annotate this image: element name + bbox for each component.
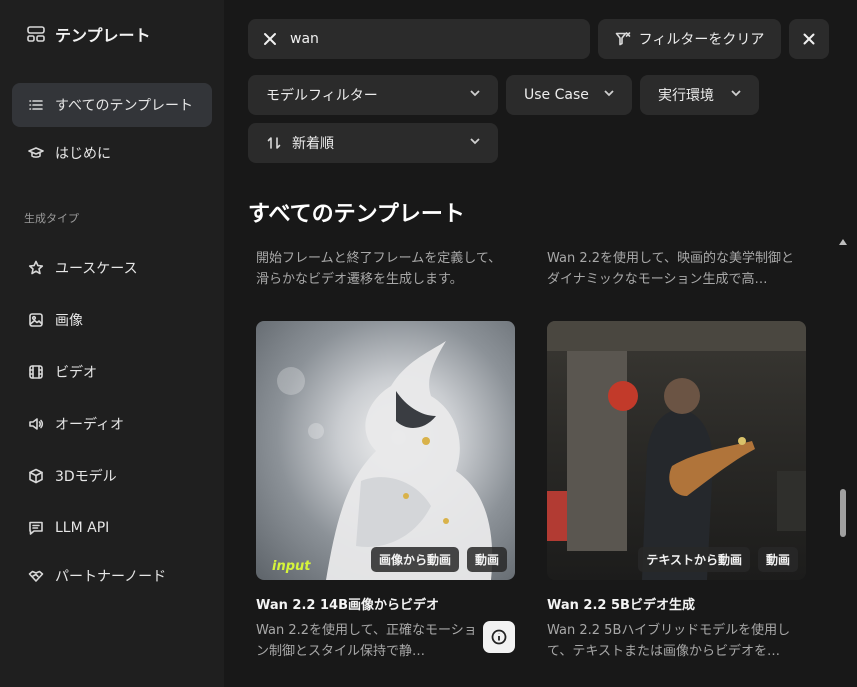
sidebar-item-3d-model[interactable]: 3Dモデル (12, 454, 212, 498)
card-title[interactable]: Wan 2.2 5Bビデオ生成 (547, 594, 695, 613)
sidebar-item-audio[interactable]: オーディオ (12, 402, 212, 446)
sidebar-item-label: LLM API (55, 520, 110, 536)
input-stamp: input (272, 559, 311, 574)
card-description: Wan 2.2を使用して、正確なモーション制御とスタイル保持で静… (256, 623, 477, 659)
film-icon (28, 364, 44, 380)
runtime-label: 実行環境 (658, 88, 714, 104)
chevron-down-icon (729, 86, 743, 104)
card-description: 開始フレームと終了フレームを定義して、滑らかなビデオ遷移を生成します。 (256, 251, 502, 287)
sidebar-item-all-templates[interactable]: すべてのテンプレート (12, 83, 212, 127)
sidebar-title: テンプレート (55, 26, 151, 45)
template-grid[interactable]: 開始フレームと終了フレームを定義して、滑らかなビデオ遷移を生成します。 Wan … (224, 228, 857, 687)
card-title[interactable]: Wan 2.2 14B画像からビデオ (256, 594, 439, 613)
list-icon (28, 97, 44, 113)
info-icon (491, 629, 507, 645)
sidebar-item-llm-api[interactable]: LLM API (12, 506, 212, 550)
sort-icon (266, 135, 282, 151)
card-description: Wan 2.2を使用して、映画的な美学制御とダイナミックなモーション生成で高… (547, 251, 794, 287)
vertical-scrollbar[interactable] (837, 233, 849, 687)
sidebar-item-label: はじめに (55, 146, 111, 162)
use-case-label: Use Case (524, 87, 589, 103)
handshake-icon (28, 568, 44, 584)
scroll-thumb[interactable] (840, 489, 846, 537)
card-thumbnail[interactable]: テキストから動画 動画 (547, 321, 806, 580)
sidebar-item-partner-nodes[interactable]: パートナーノード (12, 554, 212, 598)
runtime-dropdown[interactable]: 実行環境 (640, 75, 759, 115)
template-icon (26, 24, 46, 44)
info-button[interactable] (483, 621, 515, 653)
clear-filter-label: フィルターをクリア (638, 32, 765, 48)
chevron-down-icon (602, 86, 616, 104)
sidebar-item-label: 3Dモデル (55, 469, 117, 485)
clear-filter-button[interactable]: フィルターをクリア (598, 19, 781, 59)
image-icon (28, 312, 44, 328)
sidebar-item-label: パートナーノード (55, 569, 167, 585)
search-value: wan (290, 31, 319, 47)
tag-badge: 動画 (466, 547, 507, 572)
model-filter-label: モデルフィルター (266, 88, 378, 104)
tag-badge: 動画 (757, 547, 798, 572)
sidebar-item-label: すべてのテンプレート (55, 98, 194, 114)
sidebar-item-getting-started[interactable]: はじめに (12, 131, 212, 175)
card-description: Wan 2.2 5Bハイブリッドモデルを使用して、テキストまたは画像からビデオを… (547, 623, 791, 659)
card-thumbnail[interactable]: input 画像から動画 動画 (256, 321, 515, 580)
main-panel: wan フィルターをクリア モデルフィルター Use Case 実行環境 新着順… (224, 0, 857, 687)
sidebar-brand: テンプレート (26, 22, 151, 46)
speaker-icon (28, 416, 44, 432)
filter-clear-icon (615, 31, 631, 47)
model-filter-dropdown[interactable]: モデルフィルター (248, 75, 498, 115)
section-title: すべてのテンプレート (248, 202, 465, 227)
sidebar-item-label: ユースケース (55, 261, 138, 277)
chevron-down-icon (468, 134, 482, 152)
chat-icon (28, 520, 44, 536)
tag-badge: テキストから動画 (638, 547, 750, 572)
chevron-down-icon (468, 86, 482, 104)
close-button[interactable] (789, 19, 829, 59)
sort-label: 新着順 (292, 136, 334, 152)
sidebar: テンプレート すべてのテンプレート はじめに 生成タイプ ユースケース 画像 ビ… (0, 0, 224, 687)
sidebar-section-label: 生成タイプ (24, 212, 79, 225)
close-icon (801, 31, 817, 47)
scroll-up-arrow[interactable] (839, 239, 847, 245)
tag-badge: 画像から動画 (370, 547, 459, 572)
sidebar-item-label: オーディオ (55, 417, 125, 433)
sidebar-item-use-case[interactable]: ユースケース (12, 246, 212, 290)
use-case-dropdown[interactable]: Use Case (506, 75, 632, 115)
cube-icon (28, 468, 44, 484)
search-input[interactable]: wan (248, 19, 590, 59)
sidebar-item-image[interactable]: 画像 (12, 298, 212, 342)
sort-dropdown[interactable]: 新着順 (248, 123, 498, 163)
clear-search-icon[interactable] (262, 31, 278, 47)
graduation-cap-icon (28, 145, 44, 161)
sidebar-item-video[interactable]: ビデオ (12, 350, 212, 394)
star-icon (28, 260, 44, 276)
sidebar-item-label: 画像 (55, 313, 83, 329)
sidebar-item-label: ビデオ (55, 365, 97, 381)
